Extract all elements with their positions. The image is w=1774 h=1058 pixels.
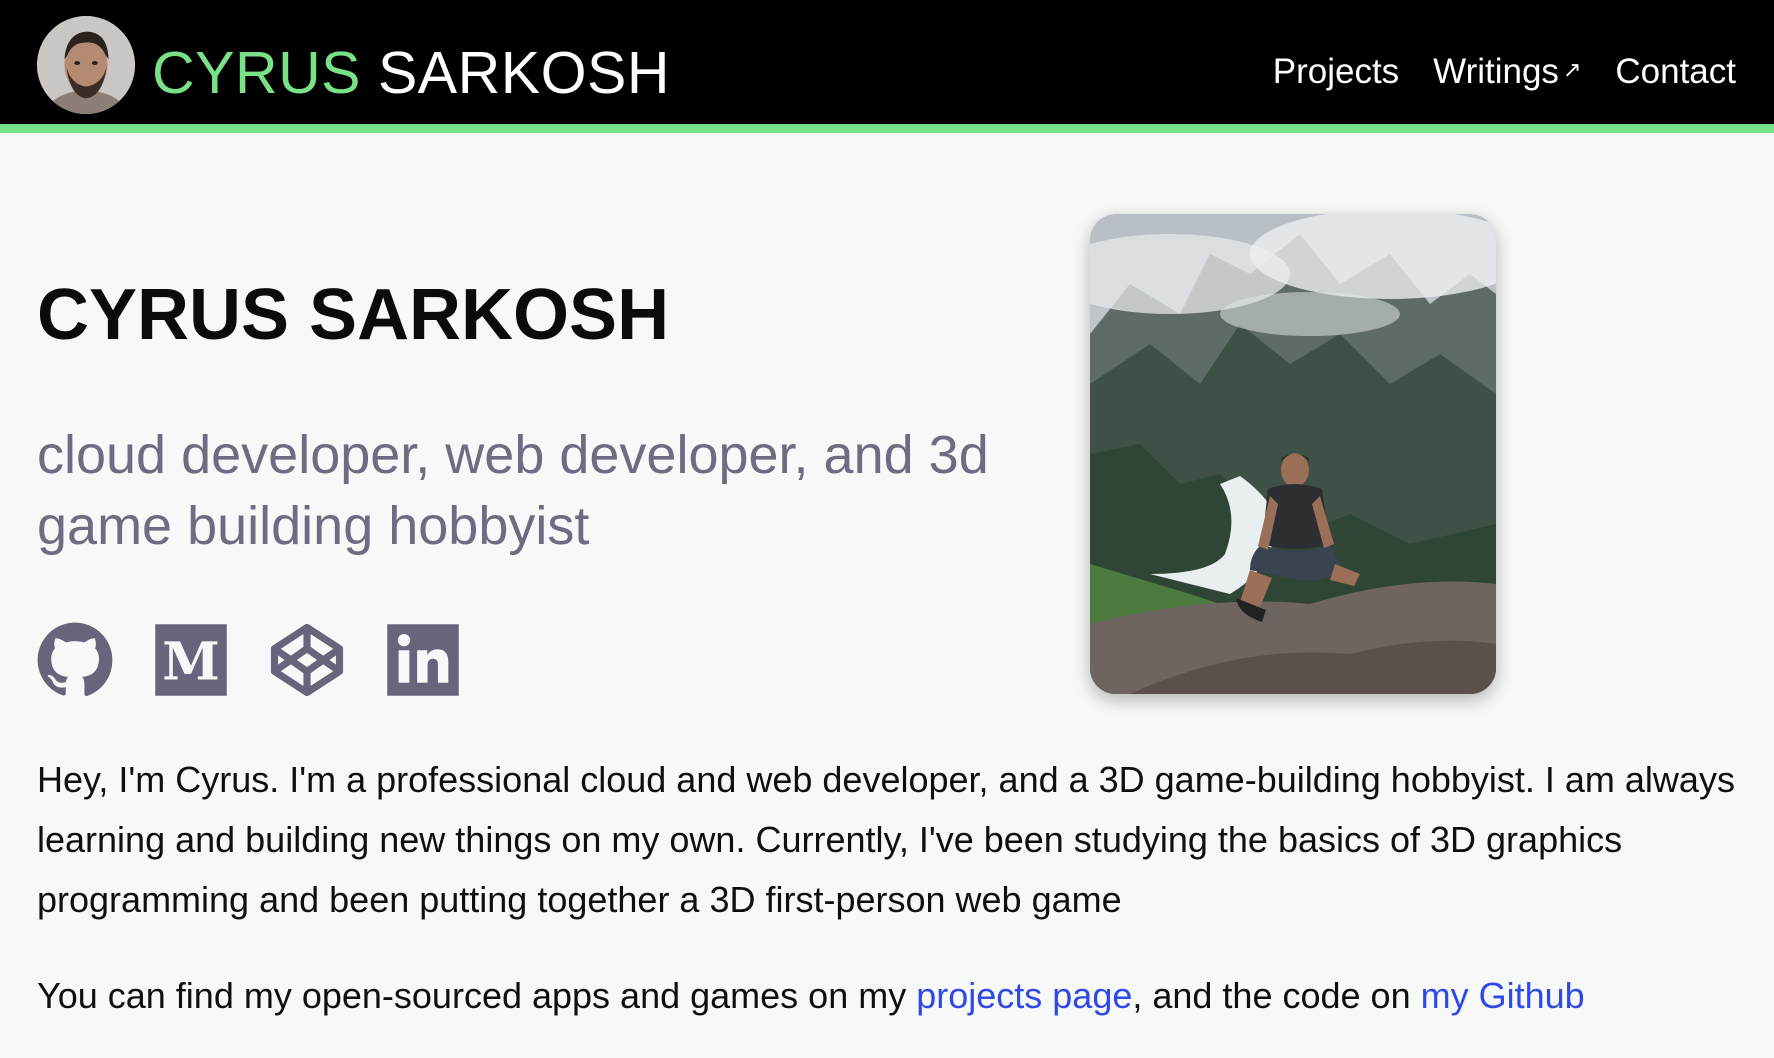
medium-link[interactable]: M xyxy=(152,621,230,699)
links-middle-text: , and the code on xyxy=(1132,975,1421,1016)
nav-link-writings[interactable]: Writings ↗ xyxy=(1433,52,1581,92)
bio-paragraph: Hey, I'm Cyrus. I'm a professional cloud… xyxy=(37,759,1735,920)
brand-first-name: CYRUS xyxy=(152,40,362,106)
avatar[interactable] xyxy=(37,16,135,114)
nav-link-label: Contact xyxy=(1615,52,1736,91)
medium-icon: M xyxy=(155,624,227,696)
projects-page-link[interactable]: projects page xyxy=(916,975,1132,1016)
profile-photo xyxy=(1090,214,1496,694)
linkedin-icon xyxy=(387,624,459,696)
linkedin-link[interactable] xyxy=(384,621,462,699)
top-nav-bar: CYRUS SARKOSH Projects Writings ↗ Contact xyxy=(0,0,1774,133)
links-paragraph: You can find my open-sourced apps and ga… xyxy=(37,966,1747,1026)
github-icon xyxy=(37,622,113,697)
external-link-icon: ↗ xyxy=(1562,57,1582,82)
social-links: M xyxy=(36,621,462,699)
nav-link-label: Projects xyxy=(1272,52,1400,91)
mountain-photo-image xyxy=(1090,214,1496,694)
avatar-image xyxy=(37,16,135,114)
codepen-link[interactable] xyxy=(268,621,346,699)
main-nav: Projects Writings ↗ Contact xyxy=(1273,46,1736,98)
links-prefix-text: You can find my open-sourced apps and ga… xyxy=(37,975,917,1016)
nav-link-projects[interactable]: Projects xyxy=(1273,52,1399,92)
page-title: CYRUS SARKOSH xyxy=(37,275,670,355)
tagline: cloud developer, web developer, and 3d g… xyxy=(37,425,989,556)
github-link[interactable] xyxy=(36,621,114,699)
codepen-icon xyxy=(270,623,344,697)
brand-last-name: SARKOSH xyxy=(377,40,670,106)
nav-link-contact[interactable]: Contact xyxy=(1615,52,1736,92)
nav-link-label: Writings xyxy=(1433,52,1559,91)
github-text-link[interactable]: my Github xyxy=(1421,975,1585,1016)
site-brand[interactable]: CYRUS SARKOSH xyxy=(152,38,670,108)
svg-text:M: M xyxy=(162,632,220,693)
